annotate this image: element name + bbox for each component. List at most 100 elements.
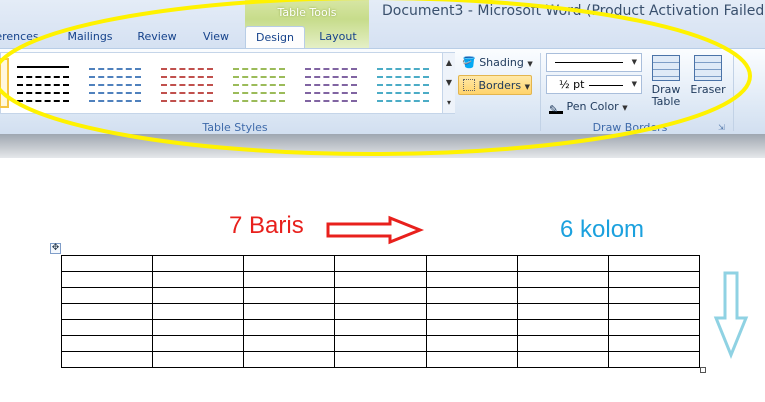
table-cell[interactable] [243,335,336,352]
table-cell[interactable] [243,255,336,272]
table-cell[interactable] [334,271,427,288]
window-title: Document3 - Microsoft Word (Product Acti… [382,3,765,19]
table-cell[interactable] [334,287,427,304]
table-cell[interactable] [516,351,609,368]
table-style-selected[interactable] [0,58,9,108]
ribbon: ▲ ▼ ▾ Table Styles 🪣 Shading ▼ Borders ▼… [0,48,765,134]
table-cell[interactable] [334,255,427,272]
table-cell[interactable] [243,351,336,368]
table-row [60,255,701,272]
table-cell[interactable] [516,255,609,272]
line-style-dropdown[interactable]: ▼ [546,53,642,72]
dialog-launcher-icon[interactable]: ⇲ [718,123,725,132]
table-cell[interactable] [334,335,427,352]
red-arrow-right-icon [326,215,425,245]
eraser-button[interactable]: Eraser [688,55,728,96]
table-cell[interactable] [425,303,518,320]
table-cell[interactable] [243,271,336,288]
table-cell[interactable] [607,303,701,320]
scroll-up-icon[interactable]: ▲ [443,53,455,73]
table-cell[interactable] [425,287,518,304]
table-cell[interactable] [607,351,701,368]
group-label-draw-borders: Draw Borders [592,121,668,134]
table-cell[interactable] [152,271,245,288]
table-cell[interactable] [425,319,518,336]
table-cell[interactable] [516,303,609,320]
table-cell[interactable] [425,271,518,288]
tab-design[interactable]: Design [245,26,305,48]
table-cell[interactable] [516,319,609,336]
eraser-label: Eraser [690,83,726,96]
ribbon-tab-bar: Table Tools Document3 - Microsoft Word (… [0,0,765,48]
table-cell[interactable] [152,351,245,368]
table-row [60,335,701,352]
borders-icon [463,79,475,91]
table-cell[interactable] [607,255,701,272]
table-cell[interactable] [152,319,245,336]
table-cell[interactable] [334,319,427,336]
table-cell[interactable] [152,255,245,272]
gallery-scroll[interactable]: ▲ ▼ ▾ [442,53,455,113]
table-cell[interactable] [243,303,336,320]
table-move-handle[interactable]: ✥ [50,243,61,254]
table-cell[interactable] [334,303,427,320]
draw-table-button[interactable]: Draw Table [646,55,686,108]
line-weight-dropdown[interactable]: ½ pt ▼ [546,75,642,94]
tab-view[interactable]: View [194,26,238,48]
chevron-down-icon: ▼ [527,60,533,68]
table-cell[interactable] [516,287,609,304]
table-cell[interactable] [607,287,701,304]
group-label-table-styles: Table Styles [202,121,268,134]
table-style-6[interactable] [373,58,433,108]
table-style-1[interactable] [13,58,73,108]
eraser-icon [694,55,722,81]
table-row [60,303,701,320]
chevron-down-icon: ▼ [622,104,628,112]
shading-label: Shading [479,56,524,69]
tab-layout[interactable]: Layout [312,26,364,48]
group-separator [733,53,734,131]
table-row [60,271,701,288]
table-cell[interactable] [60,319,154,336]
table-style-5[interactable] [301,58,361,108]
scroll-down-icon[interactable]: ▼ [443,73,455,93]
table-row [60,287,701,304]
tab-review[interactable]: Review [132,26,182,48]
table-cell[interactable] [516,335,609,352]
table-cell[interactable] [60,271,154,288]
table-cell[interactable] [60,335,154,352]
table-cell[interactable] [607,271,701,288]
table-cell[interactable] [243,287,336,304]
table-cell[interactable] [152,335,245,352]
table-row [60,351,701,368]
table-style-3[interactable] [157,58,217,108]
table-resize-handle[interactable] [700,367,706,373]
draw-table-label-line2: Table [651,95,681,108]
table-cell[interactable] [243,319,336,336]
table-cell[interactable] [607,335,701,352]
pen-color-button[interactable]: ✎ Pen Color ▼ [549,97,628,117]
table-cell[interactable] [152,287,245,304]
table-cell[interactable] [516,271,609,288]
table-cell[interactable] [60,287,154,304]
gallery-more-icon[interactable]: ▾ [443,93,455,113]
table-style-2[interactable] [85,58,145,108]
tab-references[interactable]: erences [0,26,42,48]
borders-button[interactable]: Borders ▼ [458,75,532,95]
table-cell[interactable] [425,351,518,368]
tab-mailings[interactable]: Mailings [60,26,120,48]
table-cell[interactable] [152,303,245,320]
table-cell[interactable] [60,351,154,368]
table-cell[interactable] [425,335,518,352]
blue-arrow-down-icon [713,271,749,359]
table-cell[interactable] [425,255,518,272]
table-cell[interactable] [60,255,154,272]
table-cell[interactable] [60,303,154,320]
borders-label: Borders [478,79,522,92]
shading-button[interactable]: 🪣 Shading ▼ [462,53,533,73]
table-cell[interactable] [334,351,427,368]
group-separator [540,53,541,131]
table-cell[interactable] [607,319,701,336]
table-style-4[interactable] [229,58,289,108]
document-table[interactable] [60,255,701,368]
